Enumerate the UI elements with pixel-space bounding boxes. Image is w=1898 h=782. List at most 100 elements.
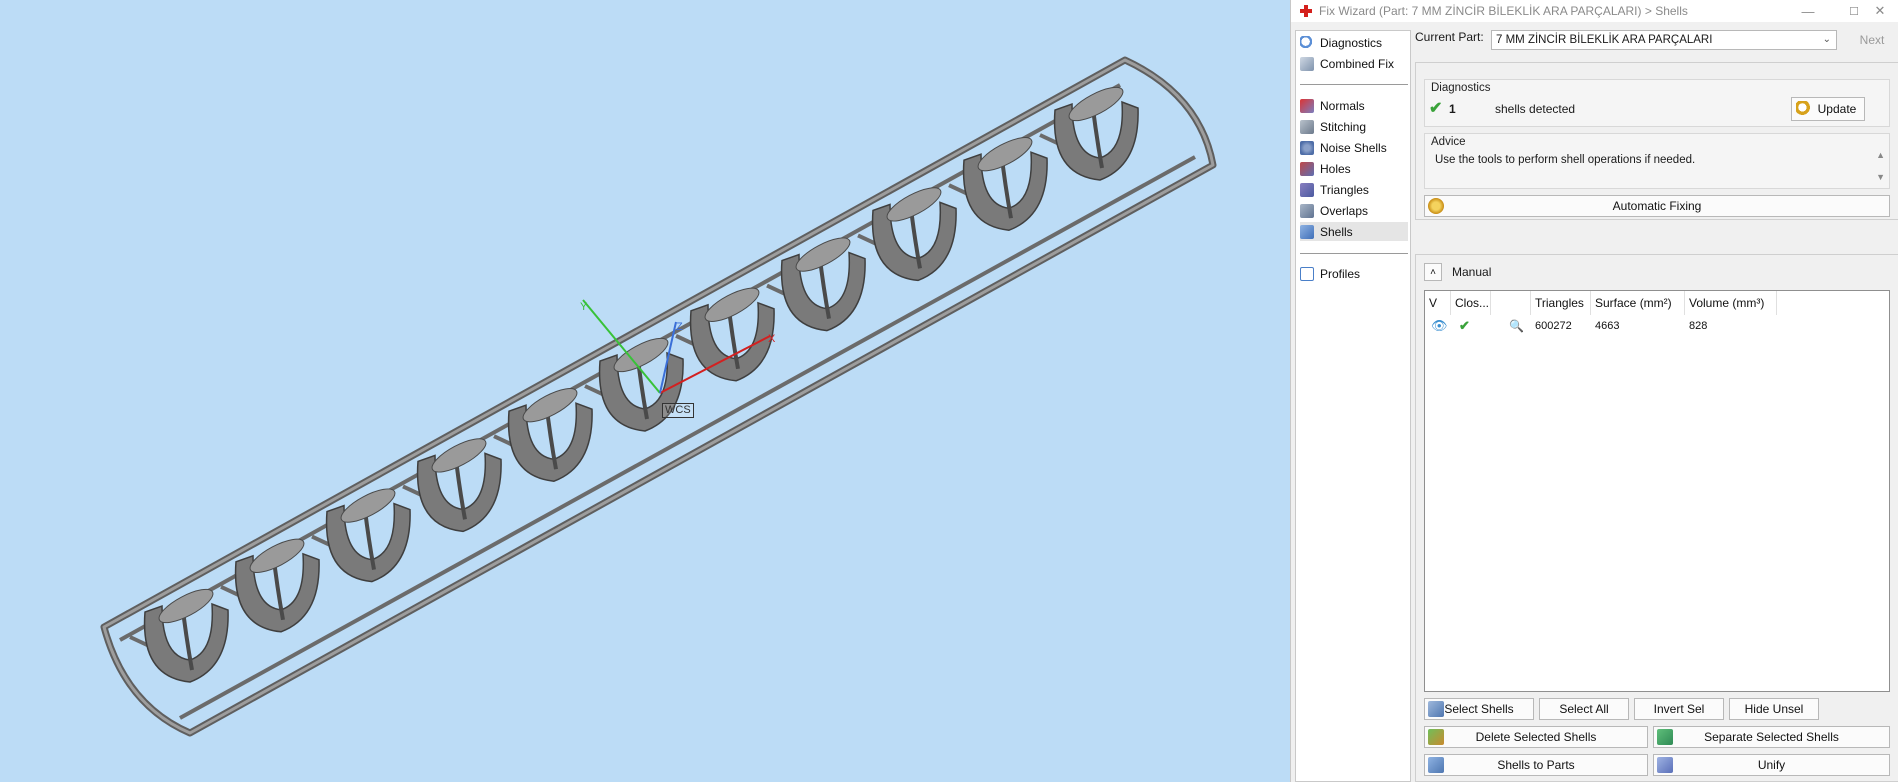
- diagnostics-title: Diagnostics: [1431, 82, 1491, 94]
- current-part-label: Current Part:: [1415, 30, 1484, 44]
- chevron-up-icon: ˄: [1430, 266, 1436, 278]
- unify-icon: [1657, 757, 1673, 773]
- shells-to-parts-button[interactable]: Shells to Parts: [1424, 754, 1648, 776]
- column-header[interactable]: Volume (mm³): [1685, 291, 1777, 315]
- frame-inner-rail-bottom: [179, 155, 1196, 720]
- nav-item-label: Triangles: [1320, 182, 1369, 197]
- nav-item-profiles[interactable]: Profiles: [1300, 264, 1408, 283]
- current-part-dropdown[interactable]: 7 MM ZİNCİR BİLEKLİK ARA PARÇALARI ⌄: [1491, 30, 1837, 50]
- app-logo-icon: [1299, 4, 1313, 18]
- nav-item-triangles[interactable]: Triangles: [1300, 180, 1408, 199]
- holes-icon: [1300, 161, 1314, 176]
- nav-item-label: Noise Shells: [1320, 140, 1387, 155]
- magnifier-icon: [1300, 35, 1314, 50]
- invert-sel-button[interactable]: Invert Sel: [1634, 698, 1724, 720]
- separate-shells-icon: [1657, 729, 1673, 745]
- next-button[interactable]: Next: [1847, 30, 1897, 50]
- shells-detected-text: shells detected: [1495, 102, 1576, 116]
- delete-selected-shells-label: Delete Selected Shells: [1475, 730, 1597, 744]
- nav-item-label: Diagnostics: [1320, 35, 1383, 50]
- nav-item-holes[interactable]: Holes: [1300, 159, 1408, 178]
- fix-wizard-dialog: Fix Wizard (Part: 7 MM ZİNCİR BİLEKLİK A…: [1290, 0, 1898, 782]
- closed-check-icon: ✔: [1459, 318, 1470, 333]
- current-part-value: 7 MM ZİNCİR BİLEKLİK ARA PARÇALARI: [1496, 34, 1713, 46]
- update-label: Update: [1817, 102, 1857, 116]
- nav-item-normals[interactable]: Normals: [1300, 96, 1408, 115]
- separate-selected-shells-label: Separate Selected Shells: [1704, 730, 1839, 744]
- advice-text: Use the tools to perform shell operation…: [1435, 154, 1696, 166]
- nav-divider: [1300, 253, 1408, 254]
- select-shells-button[interactable]: Select Shells: [1424, 698, 1534, 720]
- advice-title: Advice: [1431, 136, 1466, 148]
- surface-value: 4663: [1595, 320, 1620, 332]
- automatic-fixing-button[interactable]: Automatic Fixing: [1424, 195, 1890, 217]
- column-header[interactable]: Clos...: [1451, 291, 1491, 315]
- magnifier-icon[interactable]: 🔍: [1505, 317, 1524, 335]
- scroll-down-icon[interactable]: ▼: [1876, 172, 1885, 182]
- select-all-button[interactable]: Select All: [1539, 698, 1629, 720]
- 3d-viewport[interactable]: Y X Z WCS: [0, 0, 1290, 782]
- nav-item-noise-shells[interactable]: Noise Shells: [1300, 138, 1408, 157]
- profiles-icon: [1300, 266, 1314, 281]
- eye-icon[interactable]: 👁: [1427, 317, 1448, 335]
- nav-item-label: Normals: [1320, 98, 1365, 113]
- nav-item-stitching[interactable]: Stitching: [1300, 117, 1408, 136]
- check-icon: ✔: [1429, 100, 1443, 117]
- automatic-fixing-label: Automatic Fixing: [1612, 199, 1702, 213]
- select-shells-icon: [1428, 701, 1444, 717]
- magnifier-icon: [1796, 101, 1812, 117]
- x-axis-label: X: [768, 333, 776, 345]
- fix-tools-nav: Diagnostics Combined Fix Normals Stitchi…: [1295, 30, 1411, 782]
- diagnostics-section: Diagnostics ✔ 1 shells detected Update A…: [1415, 62, 1898, 220]
- stitching-icon: [1300, 119, 1314, 134]
- nav-item-shells[interactable]: Shells: [1300, 222, 1408, 241]
- column-header[interactable]: Triangles: [1531, 291, 1591, 315]
- nav-divider: [1300, 84, 1408, 85]
- gears-icon: [1428, 198, 1444, 214]
- nav-item-label: Holes: [1320, 161, 1351, 176]
- advice-box: Advice Use the tools to perform shell op…: [1424, 133, 1890, 189]
- column-header[interactable]: [1491, 291, 1531, 315]
- minimize-button[interactable]: —: [1785, 0, 1831, 22]
- close-button[interactable]: ✕: [1857, 0, 1898, 22]
- delete-shells-icon: [1428, 729, 1444, 745]
- shells-table[interactable]: V Clos... Triangles Surface (mm²) Volume…: [1424, 290, 1890, 692]
- shells-to-parts-label: Shells to Parts: [1497, 758, 1575, 772]
- noise-shells-icon: [1300, 140, 1314, 155]
- unify-label: Unify: [1757, 758, 1786, 772]
- hide-unsel-button[interactable]: Hide Unsel: [1729, 698, 1819, 720]
- nav-item-combined-fix[interactable]: Combined Fix: [1300, 54, 1408, 73]
- separate-selected-shells-button[interactable]: Separate Selected Shells: [1653, 726, 1890, 748]
- title-bar[interactable]: Fix Wizard (Part: 7 MM ZİNCİR BİLEKLİK A…: [1291, 0, 1898, 22]
- nav-item-overlaps[interactable]: Overlaps: [1300, 201, 1408, 220]
- volume-value: 828: [1689, 320, 1708, 332]
- update-button[interactable]: Update: [1791, 97, 1865, 121]
- scroll-up-icon[interactable]: ▲: [1876, 150, 1885, 160]
- nav-item-label: Shells: [1320, 224, 1353, 239]
- y-axis-label: Y: [580, 301, 588, 313]
- collapse-button[interactable]: ˄: [1424, 263, 1442, 281]
- nav-item-diagnostics[interactable]: Diagnostics: [1300, 33, 1408, 52]
- part-model: Y X Z: [100, 56, 1217, 737]
- triangles-icon: [1300, 182, 1314, 197]
- column-header[interactable]: Surface (mm²): [1591, 291, 1685, 315]
- triangles-value: 600272: [1535, 320, 1572, 332]
- shell-count: 1: [1449, 102, 1456, 116]
- window-title: Fix Wizard (Part: 7 MM ZİNCİR BİLEKLİK A…: [1319, 4, 1688, 18]
- combined-fix-icon: [1300, 56, 1314, 71]
- normals-icon: [1300, 98, 1314, 113]
- overlaps-icon: [1300, 203, 1314, 218]
- shells-icon: [1300, 224, 1314, 239]
- column-header[interactable]: V: [1425, 291, 1451, 315]
- delete-selected-shells-button[interactable]: Delete Selected Shells: [1424, 726, 1648, 748]
- main-panel: Current Part: 7 MM ZİNCİR BİLEKLİK ARA P…: [1415, 22, 1898, 782]
- select-shells-label: Select Shells: [1444, 702, 1514, 716]
- nav-item-label: Stitching: [1320, 119, 1367, 134]
- nav-item-label: Combined Fix: [1320, 56, 1395, 71]
- chain-links: [129, 86, 1139, 683]
- z-axis-label: Z: [676, 321, 683, 333]
- nav-item-label: Profiles: [1320, 266, 1361, 281]
- shells-to-parts-icon: [1428, 757, 1444, 773]
- manual-title: Manual: [1452, 265, 1492, 279]
- unify-button[interactable]: Unify: [1653, 754, 1890, 776]
